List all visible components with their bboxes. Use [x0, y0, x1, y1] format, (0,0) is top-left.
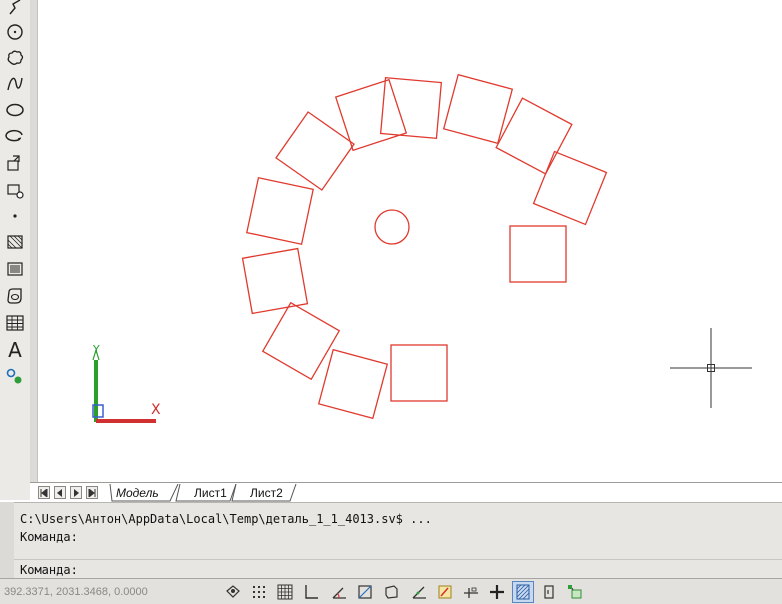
quick-properties-button[interactable] — [538, 581, 560, 603]
dynamic-ucs-button[interactable] — [434, 581, 456, 603]
tab-model-label: Модель — [116, 486, 159, 500]
polar-tracking-icon — [332, 587, 346, 599]
gradient-icon[interactable] — [3, 257, 27, 281]
selection-cycling-button[interactable] — [564, 581, 586, 603]
ucs-icon: Y X — [92, 343, 161, 423]
3d-object-snap-button[interactable] — [380, 581, 402, 603]
transparency-icon — [516, 584, 530, 600]
array-square[interactable] — [442, 73, 514, 145]
prev-tab-icon — [57, 488, 62, 497]
layout-tab-bar: Модель Лист1 Лист2 — [30, 482, 782, 503]
array-square[interactable] — [390, 344, 448, 402]
command-history-line-2: Команда: — [20, 530, 78, 544]
table-icon[interactable] — [3, 311, 27, 335]
model-space-canvas[interactable]: Y X — [38, 0, 782, 482]
ucs-y-label: Y — [92, 343, 100, 356]
infer-constraints-icon — [226, 585, 240, 598]
coordinate-readout[interactable]: 392.3371, 2031.3468, 0.0000 — [4, 586, 148, 598]
spline-icon[interactable] — [3, 72, 27, 96]
command-history-line-1: C:\Users\Антон\AppData\Local\Temp\деталь… — [20, 512, 432, 526]
snap-mode-button[interactable] — [248, 581, 270, 603]
last-tab-button[interactable] — [86, 486, 98, 499]
revision-cloud-icon[interactable] — [3, 46, 27, 70]
array-square[interactable] — [275, 111, 355, 191]
square-array — [241, 73, 608, 420]
command-window: C:\Users\Антон\AppData\Local\Temp\деталь… — [14, 502, 782, 579]
last-tab-icon — [88, 488, 96, 497]
circle-icon[interactable] — [3, 20, 27, 44]
infer-constraints-button[interactable] — [222, 581, 244, 603]
tab-sheet2[interactable]: Лист2 — [230, 484, 298, 502]
ellipse-icon[interactable] — [3, 98, 27, 122]
object-snap-tracking-icon — [412, 586, 426, 599]
transparency-button[interactable] — [512, 581, 534, 603]
toolbar-splitter[interactable] — [30, 0, 38, 500]
drawing-svg: Y X — [92, 73, 752, 423]
dynamic-input-icon — [464, 587, 478, 598]
polyline-icon[interactable] — [3, 0, 27, 20]
hatch-icon[interactable] — [3, 230, 27, 254]
prev-tab-button[interactable] — [54, 486, 66, 499]
array-square[interactable] — [379, 76, 443, 140]
grid-display-icon — [277, 584, 293, 600]
show-lineweight-icon — [490, 585, 504, 599]
crosshair-cursor — [670, 328, 752, 408]
autocad-window: A Y X Модель Лист1 Лист2 C:\Users\Антон\… — [0, 0, 782, 604]
next-tab-button[interactable] — [70, 486, 82, 499]
array-square[interactable] — [241, 247, 309, 315]
object-snap-button[interactable] — [354, 581, 376, 603]
first-tab-icon — [40, 488, 48, 497]
grid-display-button[interactable] — [274, 581, 296, 603]
make-block-icon[interactable] — [3, 178, 27, 202]
array-square[interactable] — [532, 150, 608, 226]
multiline-text-glyph: A — [8, 338, 22, 362]
object-snap-icon — [358, 585, 372, 599]
ellipse-arc-icon[interactable] — [3, 124, 27, 148]
status-bar: 392.3371, 2031.3468, 0.0000 — [0, 578, 782, 604]
polar-tracking-button[interactable] — [328, 581, 350, 603]
center-circle — [374, 209, 410, 245]
tab-sheet1-label: Лист1 — [194, 486, 227, 500]
ortho-mode-icon — [305, 585, 318, 599]
array-square[interactable] — [317, 348, 389, 420]
ucs-x-label: X — [151, 402, 161, 418]
multiline-text-icon[interactable]: A — [3, 338, 27, 362]
quick-properties-icon — [544, 585, 554, 599]
ortho-mode-button[interactable] — [300, 581, 322, 603]
array-square[interactable] — [334, 78, 408, 152]
command-window-grip[interactable] — [0, 502, 15, 578]
tab-model[interactable]: Модель — [108, 484, 180, 502]
selection-cycling-icon — [568, 585, 582, 599]
tab-sheet2-label: Лист2 — [250, 486, 283, 500]
tab-sheet1[interactable]: Лист1 — [174, 484, 238, 502]
next-tab-icon — [74, 488, 79, 497]
first-tab-button[interactable] — [38, 486, 50, 499]
region-icon[interactable] — [3, 284, 27, 308]
show-lineweight-button[interactable] — [486, 581, 508, 603]
array-square[interactable] — [509, 225, 567, 283]
snap-mode-icon — [253, 586, 265, 598]
insert-block-icon[interactable] — [3, 151, 27, 175]
3d-object-snap-icon — [385, 585, 398, 599]
object-snap-tracking-button[interactable] — [408, 581, 430, 603]
draw-toolbar: A — [0, 0, 31, 500]
add-selected-icon[interactable] — [3, 364, 27, 388]
command-prompt[interactable]: Команда: — [20, 563, 78, 577]
dynamic-input-button[interactable] — [460, 581, 482, 603]
array-square[interactable] — [246, 177, 314, 245]
command-separator — [14, 559, 782, 560]
point-icon[interactable] — [3, 204, 27, 228]
dynamic-ucs-icon — [438, 585, 452, 599]
